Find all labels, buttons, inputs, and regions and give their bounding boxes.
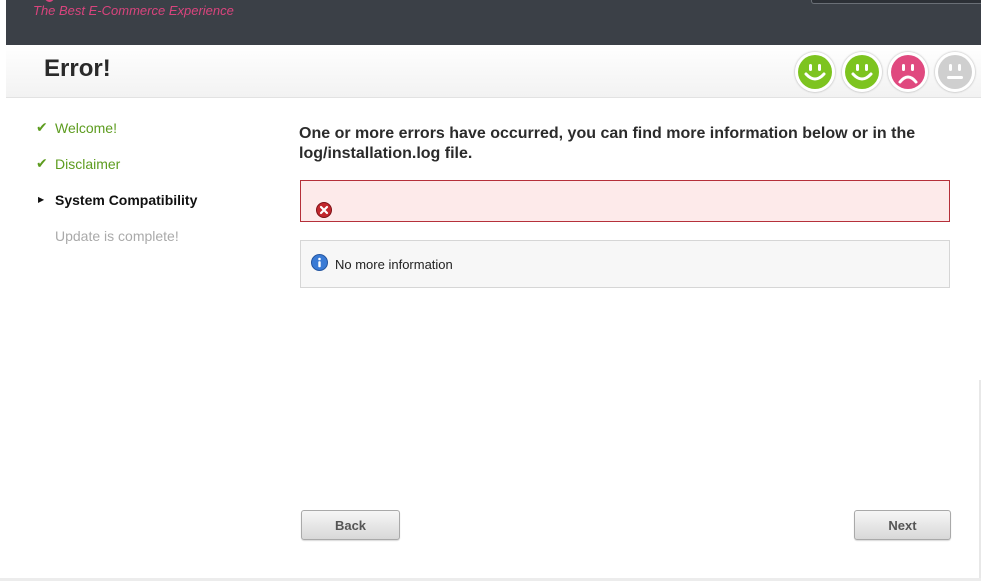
step-welcome: ✔ Welcome! [36,118,276,154]
next-button[interactable]: Next [854,510,951,540]
step-label: System Compatibility [55,192,198,208]
steps-sidebar: ✔ Welcome! ✔ Disclaimer ▶ System Compati… [36,118,276,262]
error-icon [316,202,332,218]
top-bar-tab[interactable] [811,0,981,4]
happy-face-icon [795,52,835,92]
check-icon: ✔ [36,155,48,171]
step-system-compatibility: ▶ System Compatibility [36,190,276,226]
error-heading: One or more errors have occurred, you ca… [299,125,916,162]
error-message-box [300,180,950,222]
check-icon: ✔ [36,119,48,135]
page-title: Error! [44,55,111,82]
brand-tagline: The Best E-Commerce Experience [33,3,234,18]
happy-face-icon [842,52,882,92]
info-message-box: No more information [300,240,950,288]
sad-face-icon [888,52,928,92]
info-message-text: No more information [335,257,453,272]
logo-icon [45,0,54,2]
step-label: Welcome! [55,120,117,136]
top-bar: The Best E-Commerce Experience [6,0,981,45]
info-icon [311,254,328,271]
step-update-complete: Update is complete! [36,226,276,262]
page-header: Error! [6,45,981,98]
back-button[interactable]: Back [301,510,400,540]
neutral-face-icon [935,52,975,92]
step-label: Update is complete! [55,228,179,244]
step-label: Disclaimer [55,156,121,172]
triangle-right-icon: ▶ [38,195,45,204]
step-disclaimer: ✔ Disclaimer [36,154,276,190]
